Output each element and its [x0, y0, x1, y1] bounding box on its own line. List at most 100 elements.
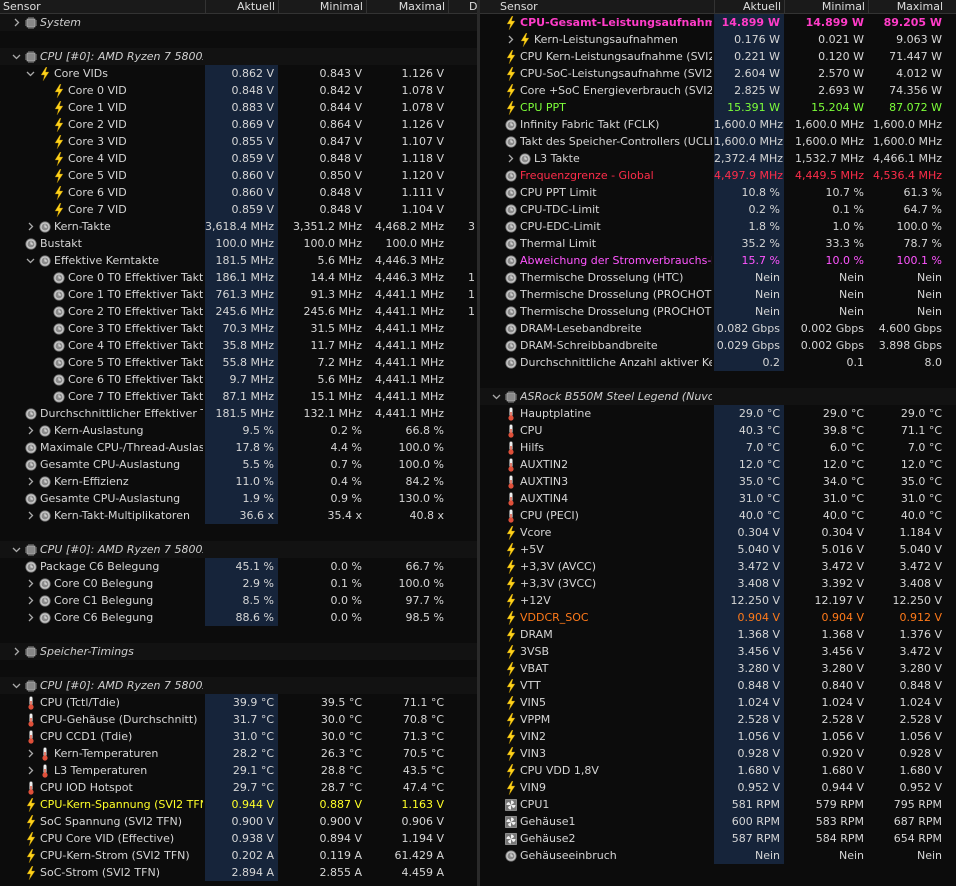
sensor-row[interactable]: Kern-Takte 3,618.4 MHz 3,351.2 MHz 4,468.2 …: [0, 218, 478, 235]
column-max[interactable]: Maximal: [366, 0, 448, 13]
collapse-chevron-icon[interactable]: [10, 677, 22, 694]
column-min[interactable]: Minimal: [278, 0, 366, 13]
sensor-row[interactable]: 3VSB 3.456 V 3.456 V 3.472 V: [480, 643, 956, 660]
sensor-row[interactable]: Core 2 T0 Effektiver Takt 245.6 MHz 245.6 …: [0, 303, 478, 320]
sensor-group-header[interactable]: ASRock B550M Steel Legend (Nuvoto...: [480, 388, 956, 405]
sensor-row[interactable]: Core 5 T0 Effektiver Takt 55.8 MHz 7.2 MHz…: [0, 354, 478, 371]
sensor-row[interactable]: AUXTIN3 35.0 °C 34.0 °C 35.0 °C: [480, 473, 956, 490]
sensor-row[interactable]: Core 2 VID 0.869 V 0.864 V 1.126 V: [0, 116, 478, 133]
sensor-row[interactable]: VPPM 2.528 V 2.528 V 2.528 V: [480, 711, 956, 728]
sensor-row[interactable]: VTT 0.848 V 0.840 V 0.848 V: [480, 677, 956, 694]
sensor-row[interactable]: Core 0 T0 Effektiver Takt 186.1 MHz 14.4 M…: [0, 269, 478, 286]
sensor-row[interactable]: CPU VDD 1,8V 1.680 V 1.680 V 1.680 V: [480, 762, 956, 779]
sensor-row[interactable]: Kern-Effizienz 11.0 % 0.4 % 84.2 %: [0, 473, 478, 490]
collapse-chevron-icon[interactable]: [24, 65, 36, 82]
sensor-group-header[interactable]: CPU [#0]: AMD Ryzen 7 5800X...: [0, 677, 478, 694]
sensor-row[interactable]: Core 3 VID 0.855 V 0.847 V 1.107 V: [0, 133, 478, 150]
sensor-row[interactable]: VDDCR_SOC 0.904 V 0.904 V 0.912 V: [480, 609, 956, 626]
sensor-row[interactable]: +3,3V (AVCC) 3.472 V 3.472 V 3.472 V: [480, 558, 956, 575]
expand-chevron-icon[interactable]: [10, 14, 22, 31]
sensor-row[interactable]: CPU IOD Hotspot 29.7 °C 28.7 °C 47.4 °C: [0, 779, 478, 796]
expand-chevron-icon[interactable]: [24, 507, 36, 524]
sensor-row[interactable]: Maximale CPU-/Thread-Auslast... 17.8 % 4.4…: [0, 439, 478, 456]
expand-chevron-icon[interactable]: [24, 422, 36, 439]
sensor-row[interactable]: L3 Temperaturen 29.1 °C 28.8 °C 43.5 °C: [0, 762, 478, 779]
collapse-chevron-icon[interactable]: [490, 388, 502, 405]
sensor-row[interactable]: CPU1 581 RPM 579 RPM 795 RPM: [480, 796, 956, 813]
column-current[interactable]: Aktuell: [205, 0, 278, 13]
sensor-row[interactable]: DRAM-Schreibbandbreite 0.029 Gbps 0.002 Gb…: [480, 337, 956, 354]
sensor-row[interactable]: Core 3 T0 Effektiver Takt 70.3 MHz 31.5 MH…: [0, 320, 478, 337]
expand-chevron-icon[interactable]: [10, 643, 22, 660]
column-avg[interactable]: D: [448, 0, 478, 13]
sensor-row[interactable]: Kern-Leistungsaufnahmen 0.176 W 0.021 W 9.0…: [480, 31, 956, 48]
sensor-row[interactable]: CPU-Gesamt-Leistungsaufnahme 14.899 W 14.8…: [480, 14, 956, 31]
sensor-row[interactable]: VBAT 3.280 V 3.280 V 3.280 V: [480, 660, 956, 677]
sensor-row[interactable]: CPU PPT 15.391 W 15.204 W 87.072 W: [480, 99, 956, 116]
sensor-row[interactable]: Thermal Limit 35.2 % 33.3 % 78.7 %: [480, 235, 956, 252]
sensor-row[interactable]: DRAM-Lesebandbreite 0.082 Gbps 0.002 Gbps 4…: [480, 320, 956, 337]
expand-chevron-icon[interactable]: [24, 218, 36, 235]
sensor-row[interactable]: Package C6 Belegung 45.1 % 0.0 % 66.7 %: [0, 558, 478, 575]
sensor-row[interactable]: CPU-SoC-Leistungsaufnahme (SVI2 T... 2.60…: [480, 65, 956, 82]
sensor-row[interactable]: Effektive Kerntakte 181.5 MHz 5.6 MHz 4,446…: [0, 252, 478, 269]
sensor-row[interactable]: Core C6 Belegung 88.6 % 0.0 % 98.5 %: [0, 609, 478, 626]
sensor-row[interactable]: CPU Core VID (Effective) 0.938 V 0.894 V 1.…: [0, 830, 478, 847]
collapse-chevron-icon[interactable]: [24, 252, 36, 269]
column-sensor[interactable]: Sensor: [0, 0, 205, 13]
sensor-row[interactable]: DRAM 1.368 V 1.368 V 1.376 V: [480, 626, 956, 643]
sensor-row[interactable]: CPU (Tctl/Tdie) 39.9 °C 39.5 °C 71.1 °C: [0, 694, 478, 711]
sensor-row[interactable]: CPU-Kern-Spannung (SVI2 TFN) 0.944 V 0.887…: [0, 796, 478, 813]
sensor-row[interactable]: VIN9 0.952 V 0.944 V 0.952 V: [480, 779, 956, 796]
expand-chevron-icon[interactable]: [24, 473, 36, 490]
sensor-row[interactable]: Core VIDs 0.862 V 0.843 V 1.126 V: [0, 65, 478, 82]
sensor-row[interactable]: CPU-EDC-Limit 1.8 % 1.0 % 100.0 %: [480, 218, 956, 235]
sensor-row[interactable]: CPU-Gehäuse (Durchschnitt) 31.7 °C 30.0 °C…: [0, 711, 478, 728]
sensor-row[interactable]: +3,3V (3VCC) 3.408 V 3.392 V 3.408 V: [480, 575, 956, 592]
expand-chevron-icon[interactable]: [24, 575, 36, 592]
sensor-row[interactable]: Kern-Auslastung 9.5 % 0.2 % 66.8 %: [0, 422, 478, 439]
sensor-row[interactable]: Gesamte CPU-Auslastung 5.5 % 0.7 % 100.0 %: [0, 456, 478, 473]
sensor-row[interactable]: VIN3 0.928 V 0.920 V 0.928 V: [480, 745, 956, 762]
sensor-row[interactable]: CPU CCD1 (Tdie) 31.0 °C 30.0 °C 71.3 °C: [0, 728, 478, 745]
sensor-row[interactable]: Abweichung der Stromverbrauchs-Be...15.7…: [480, 252, 956, 269]
sensor-row[interactable]: Core 1 VID 0.883 V 0.844 V 1.078 V: [0, 99, 478, 116]
sensor-row[interactable]: Hauptplatine 29.0 °C 29.0 °C 29.0 °C: [480, 405, 956, 422]
sensor-row[interactable]: Gehäuse2 587 RPM 584 RPM 654 RPM: [480, 830, 956, 847]
sensor-row[interactable]: Vcore 0.304 V 0.304 V 1.184 V: [480, 524, 956, 541]
sensor-row[interactable]: SoC Spannung (SVI2 TFN) 0.900 V 0.900 V 0.9…: [0, 813, 478, 830]
column-max[interactable]: Maximal: [868, 0, 946, 13]
sensor-row[interactable]: Thermische Drosselung (HTC) Nein Nein Nein: [480, 269, 956, 286]
sensor-row[interactable]: Core 7 T0 Effektiver Takt 87.1 MHz 15.1 MH…: [0, 388, 478, 405]
expand-chevron-icon[interactable]: [24, 762, 36, 779]
sensor-group-header[interactable]: CPU [#0]: AMD Ryzen 7 5800X...: [0, 541, 478, 558]
sensor-row[interactable]: Core C1 Belegung 8.5 % 0.0 % 97.7 %: [0, 592, 478, 609]
sensor-row[interactable]: Core 7 VID 0.859 V 0.848 V 1.104 V: [0, 201, 478, 218]
sensor-row[interactable]: Hilfs 7.0 °C 6.0 °C 7.0 °C: [480, 439, 956, 456]
sensor-row[interactable]: Kern-Temperaturen 28.2 °C 26.3 °C 70.5 °C: [0, 745, 478, 762]
sensor-row[interactable]: Gehäuse1 600 RPM 583 RPM 687 RPM: [480, 813, 956, 830]
sensor-group-header[interactable]: Speicher-Timings: [0, 643, 478, 660]
sensor-row[interactable]: +12V 12.250 V 12.197 V 12.250 V: [480, 592, 956, 609]
sensor-row[interactable]: Core 4 T0 Effektiver Takt 35.8 MHz 11.7 MH…: [0, 337, 478, 354]
sensor-row[interactable]: Gesamte CPU-Auslastung 1.9 % 0.9 % 130.0 %: [0, 490, 478, 507]
sensor-row[interactable]: CPU PPT Limit 10.8 % 10.7 % 61.3 %: [480, 184, 956, 201]
sensor-row[interactable]: Core 6 T0 Effektiver Takt 9.7 MHz 5.6 MHz 4…: [0, 371, 478, 388]
column-sensor[interactable]: Sensor: [480, 0, 714, 13]
expand-chevron-icon[interactable]: [24, 745, 36, 762]
sensor-row[interactable]: Core +SoC Energieverbrauch (SVI2 TFN)2.8…: [480, 82, 956, 99]
sensor-group-header[interactable]: CPU [#0]: AMD Ryzen 7 5800X3D: [0, 48, 478, 65]
sensor-row[interactable]: Takt des Speicher-Controllers (UCLK) 1,60…: [480, 133, 956, 150]
column-min[interactable]: Minimal: [784, 0, 868, 13]
sensor-row[interactable]: +5V 5.040 V 5.016 V 5.040 V: [480, 541, 956, 558]
sensor-row[interactable]: CPU-Kern-Strom (SVI2 TFN) 0.202 A 0.119 A 6…: [0, 847, 478, 864]
expand-chevron-icon[interactable]: [504, 150, 516, 167]
sensor-row[interactable]: Thermische Drosselung (PROCHOT E... Nein N…: [480, 303, 956, 320]
expand-chevron-icon[interactable]: [24, 592, 36, 609]
sensor-row[interactable]: AUXTIN4 31.0 °C 31.0 °C 31.0 °C: [480, 490, 956, 507]
sensor-row[interactable]: CPU Kern-Leistungsaufnahme (SVI2 ... 0.22…: [480, 48, 956, 65]
column-current[interactable]: Aktuell: [714, 0, 784, 13]
sensor-row[interactable]: Infinity Fabric Takt (FCLK) 1,600.0 MHz 1,…: [480, 116, 956, 133]
sensor-row[interactable]: Core 0 VID 0.848 V 0.842 V 1.078 V: [0, 82, 478, 99]
sensor-row[interactable]: VIN5 1.024 V 1.024 V 1.024 V: [480, 694, 956, 711]
